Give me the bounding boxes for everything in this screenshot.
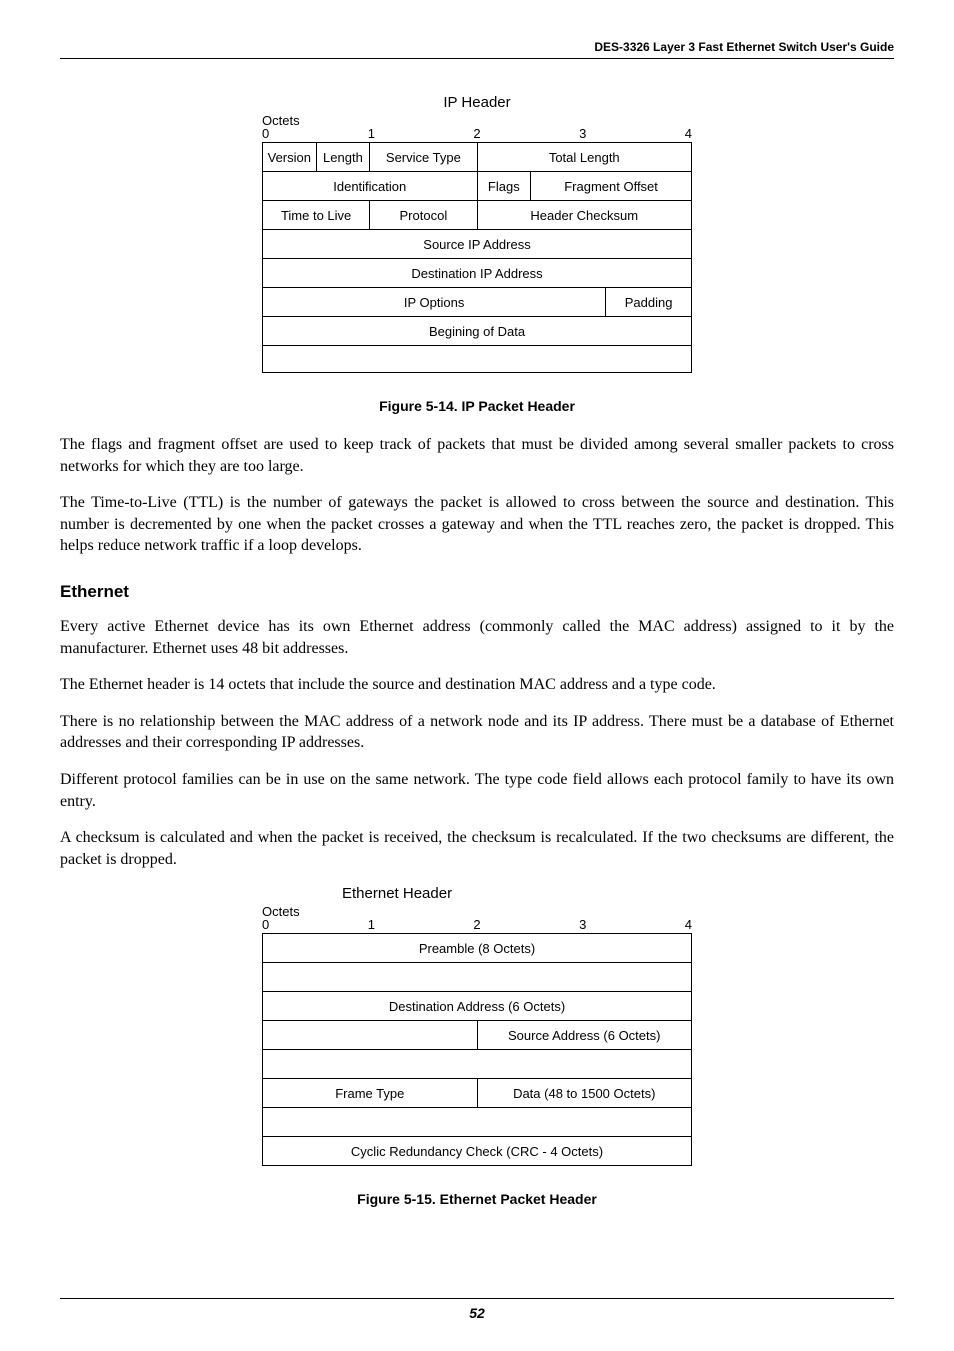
cell-header-checksum: Header Checksum bbox=[477, 201, 692, 230]
cell-empty bbox=[263, 1021, 478, 1050]
cell-data: Data (48 to 1500 Octets) bbox=[477, 1079, 692, 1108]
paragraph: Every active Ethernet device has its own… bbox=[60, 616, 894, 659]
cell-version: Version bbox=[263, 143, 317, 172]
cell-empty bbox=[263, 1050, 692, 1079]
paragraph: The Time-to-Live (TTL) is the number of … bbox=[60, 492, 894, 557]
table-row bbox=[263, 1050, 692, 1079]
table-row bbox=[263, 1108, 692, 1137]
ip-header-table: Version Length Service Type Total Length… bbox=[262, 142, 692, 373]
page: DES-3326 Layer 3 Fast Ethernet Switch Us… bbox=[0, 0, 954, 1351]
table-row bbox=[263, 346, 692, 373]
ethernet-header-diagram: Ethernet Header Octets 0 1 2 3 4 Preambl… bbox=[262, 885, 692, 1166]
figure-caption: Figure 5-14. IP Packet Header bbox=[60, 398, 894, 414]
octet-num: 4 bbox=[685, 126, 692, 141]
table-row: Destination IP Address bbox=[263, 259, 692, 288]
page-footer: 52 bbox=[60, 1298, 894, 1321]
figure-caption: Figure 5-15. Ethernet Packet Header bbox=[60, 1191, 894, 1207]
octet-num: 3 bbox=[579, 126, 586, 141]
cell-protocol: Protocol bbox=[370, 201, 477, 230]
cell-source-addr: Source Address (6 Octets) bbox=[477, 1021, 692, 1050]
cell-empty bbox=[263, 346, 692, 373]
cell-total-length: Total Length bbox=[477, 143, 692, 172]
cell-frame-type: Frame Type bbox=[263, 1079, 478, 1108]
paragraph: A checksum is calculated and when the pa… bbox=[60, 827, 894, 870]
table-row: Frame Type Data (48 to 1500 Octets) bbox=[263, 1079, 692, 1108]
paragraph: Different protocol families can be in us… bbox=[60, 769, 894, 812]
octets-numbers: 0 1 2 3 4 bbox=[262, 126, 692, 141]
cell-crc: Cyclic Redundancy Check (CRC - 4 Octets) bbox=[263, 1137, 692, 1166]
paragraph: The Ethernet header is 14 octets that in… bbox=[60, 674, 894, 696]
cell-length: Length bbox=[316, 143, 370, 172]
table-row: Version Length Service Type Total Length bbox=[263, 143, 692, 172]
octet-num: 1 bbox=[368, 126, 375, 141]
product-title: DES-3326 Layer 3 Fast Ethernet Switch Us… bbox=[594, 40, 894, 54]
cell-dest-ip: Destination IP Address bbox=[263, 259, 692, 288]
cell-flags: Flags bbox=[477, 172, 531, 201]
table-row bbox=[263, 963, 692, 992]
cell-padding: Padding bbox=[606, 288, 692, 317]
footer-rule bbox=[60, 1298, 894, 1299]
cell-dest-addr: Destination Address (6 Octets) bbox=[263, 992, 692, 1021]
cell-source-ip: Source IP Address bbox=[263, 230, 692, 259]
octet-num: 3 bbox=[579, 917, 586, 932]
table-row: Source Address (6 Octets) bbox=[263, 1021, 692, 1050]
octets-numbers: 0 1 2 3 4 bbox=[262, 917, 692, 932]
eth-diagram-title: Ethernet Header bbox=[342, 885, 692, 902]
octet-num: 0 bbox=[262, 126, 269, 141]
ip-diagram-title: IP Header bbox=[262, 94, 692, 111]
page-number: 52 bbox=[60, 1305, 894, 1321]
eth-header-table: Preamble (8 Octets) Destination Address … bbox=[262, 933, 692, 1166]
octet-num: 4 bbox=[685, 917, 692, 932]
octet-num: 0 bbox=[262, 917, 269, 932]
cell-empty bbox=[263, 1108, 692, 1137]
octet-num: 1 bbox=[368, 917, 375, 932]
cell-empty bbox=[263, 963, 692, 992]
table-row: Preamble (8 Octets) bbox=[263, 934, 692, 963]
cell-service-type: Service Type bbox=[370, 143, 477, 172]
paragraph: There is no relationship between the MAC… bbox=[60, 711, 894, 754]
octet-num: 2 bbox=[473, 126, 480, 141]
cell-ip-options: IP Options bbox=[263, 288, 606, 317]
table-row: Destination Address (6 Octets) bbox=[263, 992, 692, 1021]
ip-header-diagram: IP Header Octets 0 1 2 3 4 Version Lengt… bbox=[262, 94, 692, 373]
page-header: DES-3326 Layer 3 Fast Ethernet Switch Us… bbox=[60, 40, 894, 59]
table-row: Cyclic Redundancy Check (CRC - 4 Octets) bbox=[263, 1137, 692, 1166]
cell-data-begin: Begining of Data bbox=[263, 317, 692, 346]
cell-fragment-offset: Fragment Offset bbox=[531, 172, 692, 201]
paragraph: The flags and fragment offset are used t… bbox=[60, 434, 894, 477]
table-row: Source IP Address bbox=[263, 230, 692, 259]
octet-num: 2 bbox=[473, 917, 480, 932]
cell-ttl: Time to Live bbox=[263, 201, 370, 230]
table-row: IP Options Padding bbox=[263, 288, 692, 317]
section-heading: Ethernet bbox=[60, 582, 894, 602]
cell-identification: Identification bbox=[263, 172, 478, 201]
table-row: Identification Flags Fragment Offset bbox=[263, 172, 692, 201]
cell-preamble: Preamble (8 Octets) bbox=[263, 934, 692, 963]
table-row: Time to Live Protocol Header Checksum bbox=[263, 201, 692, 230]
table-row: Begining of Data bbox=[263, 317, 692, 346]
